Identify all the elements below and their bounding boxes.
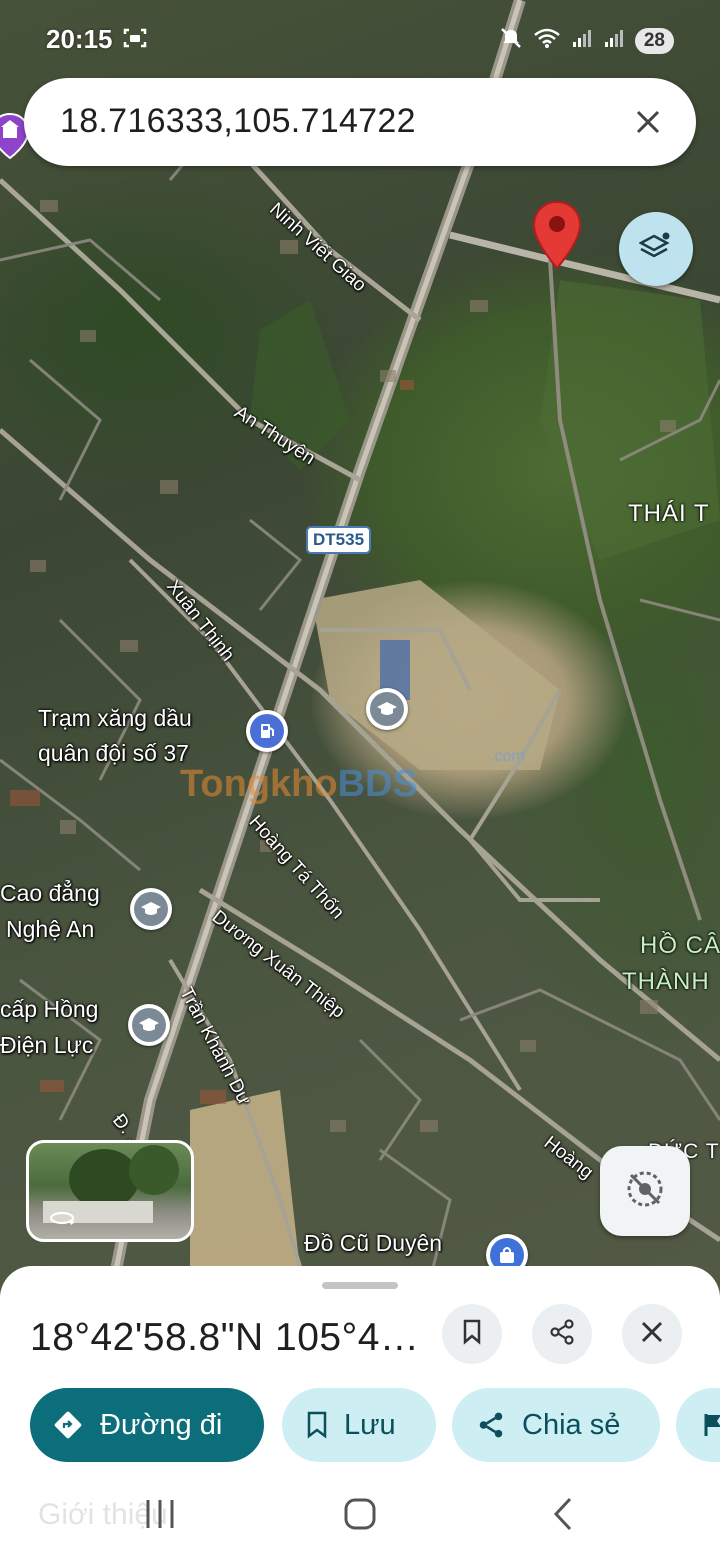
save-button[interactable]: Lưu bbox=[282, 1388, 436, 1462]
search-bar[interactable]: 18.716333,105.714722 bbox=[24, 78, 696, 166]
flag-icon bbox=[702, 1412, 720, 1438]
graduation-cap-icon bbox=[134, 892, 168, 926]
route-shield-dt535: DT535 bbox=[306, 526, 372, 554]
wifi-icon bbox=[533, 27, 561, 54]
share-label: Chia sẻ bbox=[522, 1408, 621, 1441]
gas-station-poi[interactable] bbox=[246, 710, 288, 752]
poi-label-cap-hong-line1[interactable]: cấp Hồng bbox=[0, 996, 98, 1023]
area-label-ho-ca-line2: THÀNH bbox=[622, 968, 710, 995]
share-button[interactable] bbox=[532, 1304, 592, 1364]
battery-level: 28 bbox=[634, 27, 674, 54]
bookmark-icon bbox=[306, 1411, 328, 1439]
close-icon[interactable] bbox=[626, 100, 670, 144]
signal-icon bbox=[603, 27, 625, 54]
drag-handle[interactable] bbox=[322, 1282, 398, 1289]
place-title: 18°42'58.8"N 105°42'53.0"E bbox=[30, 1316, 420, 1359]
road-network bbox=[0, 0, 720, 1300]
action-chips: Đường đi Lưu Chia sẻ bbox=[0, 1388, 720, 1464]
directions-button[interactable]: Đường đi bbox=[30, 1388, 264, 1462]
status-time: 20:15 bbox=[46, 24, 113, 54]
map-view[interactable]: Ninh Viết Giao An Thuyên DT535 THÁI T Xu… bbox=[0, 0, 720, 1300]
directions-icon bbox=[52, 1409, 84, 1441]
watermark-suffix: .com bbox=[490, 748, 525, 765]
poi-label-gas-line2[interactable]: quân đội số 37 bbox=[38, 740, 189, 767]
system-navigation-bar: Giới thiệu bbox=[0, 1470, 720, 1560]
poi-label-cap-hong-line2[interactable]: Điện Lực bbox=[0, 1032, 93, 1059]
school-poi-center[interactable] bbox=[366, 688, 408, 730]
location-disabled-icon bbox=[620, 1164, 670, 1219]
school-poi-cao-dang[interactable] bbox=[130, 888, 172, 930]
screen-record-icon bbox=[122, 27, 148, 54]
location-pin-icon[interactable] bbox=[532, 200, 582, 275]
search-input[interactable]: 18.716333,105.714722 bbox=[60, 102, 416, 141]
graduation-cap-icon bbox=[370, 692, 404, 726]
share-chip-button[interactable]: Chia sẻ bbox=[452, 1388, 660, 1462]
directions-label: Đường đi bbox=[100, 1408, 223, 1441]
signal-icon bbox=[571, 27, 593, 54]
my-location-button[interactable] bbox=[600, 1146, 690, 1236]
watermark: TongkhoBDS bbox=[180, 763, 418, 805]
recent-apps-icon[interactable] bbox=[142, 1496, 178, 1537]
poi-label-gas-line1[interactable]: Trạm xăng dầu bbox=[38, 705, 192, 732]
bookmark-icon bbox=[461, 1319, 483, 1350]
share-icon bbox=[476, 1410, 506, 1440]
mute-icon bbox=[499, 26, 523, 55]
close-sheet-button[interactable] bbox=[622, 1304, 682, 1364]
school-poi-dien-luc[interactable] bbox=[128, 1004, 170, 1046]
layers-button[interactable] bbox=[619, 212, 693, 286]
home-icon[interactable] bbox=[342, 1496, 378, 1537]
rotate-360-icon bbox=[49, 1210, 75, 1231]
area-label-ho-ca-line1: HỒ CÂ bbox=[640, 932, 720, 959]
status-bar: 20:15 28 bbox=[0, 0, 720, 76]
layers-icon bbox=[638, 230, 673, 269]
save-label: Lưu bbox=[344, 1408, 396, 1441]
poi-label-cao-dang-line1[interactable]: Cao đẳng bbox=[0, 880, 100, 907]
back-icon[interactable] bbox=[548, 1496, 578, 1537]
bookmark-button[interactable] bbox=[442, 1304, 502, 1364]
close-icon bbox=[640, 1320, 664, 1349]
share-icon bbox=[548, 1318, 576, 1351]
gas-pump-icon bbox=[250, 714, 284, 748]
more-chip-button[interactable] bbox=[676, 1388, 720, 1462]
area-label-thai: THÁI T bbox=[628, 500, 710, 527]
poi-label-cao-dang-line2[interactable]: Nghệ An bbox=[6, 916, 94, 943]
status-icons: 28 bbox=[499, 26, 674, 55]
street-view-thumbnail[interactable] bbox=[26, 1140, 194, 1242]
graduation-cap-icon bbox=[132, 1008, 166, 1042]
poi-label-do-cu[interactable]: Đồ Cũ Duyên bbox=[304, 1230, 442, 1257]
